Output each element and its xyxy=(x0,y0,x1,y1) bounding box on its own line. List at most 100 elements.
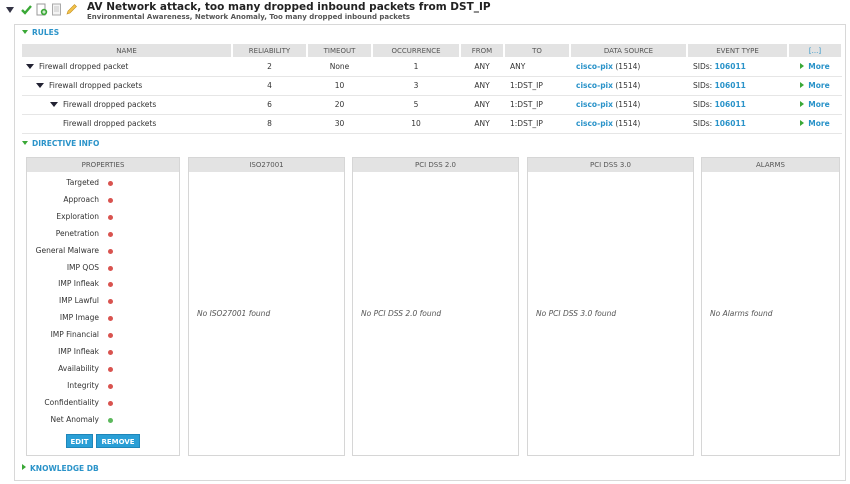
sid-prefix: SIDs: xyxy=(693,100,715,109)
collapse-arrow-icon[interactable] xyxy=(50,102,58,107)
sid-link[interactable]: 106011 xyxy=(715,62,746,71)
data-source-link[interactable]: cisco-pix xyxy=(576,100,613,109)
more-arrow-icon xyxy=(800,62,805,69)
col-extra-link[interactable]: [...] xyxy=(788,44,843,57)
status-dot-icon[interactable] xyxy=(108,214,113,220)
more-cell: More xyxy=(788,57,842,77)
remove-button[interactable]: REMOVE xyxy=(96,434,140,448)
property-label: Penetration xyxy=(55,228,99,238)
sid-prefix: SIDs: xyxy=(693,119,715,128)
property-label: IMP Image xyxy=(59,313,99,323)
status-dot-icon[interactable] xyxy=(108,333,113,339)
more-cell: More xyxy=(788,76,842,96)
collapse-arrow-icon[interactable] xyxy=(26,63,34,69)
pci-dss-2-panel-title: PCI DSS 2.0 xyxy=(353,158,518,172)
status-dot-icon[interactable] xyxy=(108,248,113,254)
table-row[interactable]: Firewall dropped packets 4 10 3 ANY 1:DS… xyxy=(22,76,842,96)
property-row: Confidentiality xyxy=(27,398,179,415)
more-link[interactable]: More xyxy=(800,81,830,90)
collapse-arrow-icon[interactable] xyxy=(6,7,14,13)
col-event-type[interactable]: EVENT TYPE xyxy=(687,44,789,57)
rules-section-toggle[interactable]: RULES xyxy=(22,28,59,37)
status-dot-icon[interactable] xyxy=(108,350,113,355)
timeout-cell: None xyxy=(307,57,372,77)
check-icon[interactable] xyxy=(20,3,33,16)
property-label: IMP Financial xyxy=(50,330,99,340)
document-icon[interactable] xyxy=(50,3,63,16)
alarms-panel: ALARMS No Alarms found xyxy=(701,157,840,456)
more-link[interactable]: More xyxy=(800,100,830,109)
status-dot-icon[interactable] xyxy=(108,282,113,288)
more-label: More xyxy=(808,100,830,109)
more-label: More xyxy=(808,81,830,90)
property-label: Targeted xyxy=(66,178,99,187)
collapse-arrow-icon[interactable] xyxy=(36,83,44,88)
to-cell: 1:DST_IP xyxy=(504,76,570,96)
reliability-cell: 2 xyxy=(232,57,307,77)
col-occurrence[interactable]: OCCURRENCE xyxy=(372,44,461,57)
table-row[interactable]: Firewall dropped packet 2 None 1 ANY ANY… xyxy=(22,57,842,77)
col-name[interactable]: NAME xyxy=(22,44,233,57)
expand-arrow-icon xyxy=(22,30,28,34)
extra-columns-link[interactable]: [...] xyxy=(809,47,821,55)
data-source-id: (1514) xyxy=(615,100,641,109)
to-cell: ANY xyxy=(504,57,570,77)
status-dot-icon[interactable] xyxy=(108,417,113,423)
rules-section-title: RULES xyxy=(32,28,60,37)
more-link[interactable]: More xyxy=(800,119,830,128)
property-row: General Malware xyxy=(27,246,179,263)
sid-link[interactable]: 106011 xyxy=(715,100,746,109)
property-label: Availability xyxy=(58,363,99,373)
timeout-cell: 10 xyxy=(307,76,372,96)
data-source-cell: cisco-pix (1514) xyxy=(570,114,687,134)
status-dot-icon[interactable] xyxy=(108,231,113,237)
status-dot-icon[interactable] xyxy=(108,299,113,305)
status-dot-icon[interactable] xyxy=(108,316,113,322)
status-dot-icon[interactable] xyxy=(108,366,113,372)
col-from[interactable]: FROM xyxy=(460,44,505,57)
page-subtitle: Environmental Awareness, Network Anomaly… xyxy=(87,13,411,21)
status-dot-icon[interactable] xyxy=(108,197,113,203)
timeout-cell: 30 xyxy=(307,114,372,134)
status-dot-icon[interactable] xyxy=(108,383,113,389)
col-to[interactable]: TO xyxy=(504,44,571,57)
table-row[interactable]: Firewall dropped packets 8 30 10 ANY 1:D… xyxy=(22,114,842,134)
more-link[interactable]: More xyxy=(800,62,830,71)
sid-link[interactable]: 106011 xyxy=(715,81,746,90)
knowledge-db-section-title: KNOWLEDGE DB xyxy=(30,464,99,473)
pencil-icon[interactable] xyxy=(65,3,78,16)
event-type-cell: SIDs: 106011 xyxy=(687,95,788,115)
rules-table: NAME RELIABILITY TIMEOUT OCCURRENCE FROM… xyxy=(22,44,843,134)
data-source-link[interactable]: cisco-pix xyxy=(576,119,613,128)
data-source-link[interactable]: cisco-pix xyxy=(576,62,613,71)
event-type-cell: SIDs: 106011 xyxy=(687,76,788,96)
add-document-icon[interactable] xyxy=(35,3,48,16)
timeout-cell: 20 xyxy=(307,95,372,115)
more-cell: More xyxy=(788,95,842,115)
data-source-link[interactable]: cisco-pix xyxy=(576,81,613,90)
property-row: Approach xyxy=(27,195,179,212)
sid-link[interactable]: 106011 xyxy=(715,119,746,128)
status-dot-icon[interactable] xyxy=(108,265,113,271)
status-dot-icon[interactable] xyxy=(108,181,113,186)
property-label: Confidentiality xyxy=(44,397,99,407)
knowledge-db-section-toggle[interactable]: KNOWLEDGE DB xyxy=(22,464,99,473)
directive-info-section-toggle[interactable]: DIRECTIVE INFO xyxy=(22,139,99,148)
event-type-cell: SIDs: 106011 xyxy=(687,57,788,77)
data-source-id: (1514) xyxy=(615,119,641,128)
table-row[interactable]: Firewall dropped packets 6 20 5 ANY 1:DS… xyxy=(22,95,842,115)
expand-arrow-icon xyxy=(22,141,28,145)
pci-dss-2-panel: PCI DSS 2.0 No PCI DSS 2.0 found xyxy=(352,157,519,456)
from-cell: ANY xyxy=(460,95,504,115)
col-reliability[interactable]: RELIABILITY xyxy=(232,44,308,57)
status-dot-icon[interactable] xyxy=(108,400,113,406)
col-data-source[interactable]: DATA SOURCE xyxy=(570,44,688,57)
properties-panel: PROPERTIES Targeted Approach Exploration Pe… xyxy=(26,157,180,456)
property-row: IMP Infleak xyxy=(27,347,179,364)
property-label: IMP QOS xyxy=(66,262,99,272)
property-label: Integrity xyxy=(67,380,99,390)
col-timeout[interactable]: TIMEOUT xyxy=(307,44,373,57)
more-cell: More xyxy=(788,114,842,134)
edit-button[interactable]: EDIT xyxy=(66,434,93,448)
rule-name-cell: Firewall dropped packet xyxy=(22,57,232,77)
